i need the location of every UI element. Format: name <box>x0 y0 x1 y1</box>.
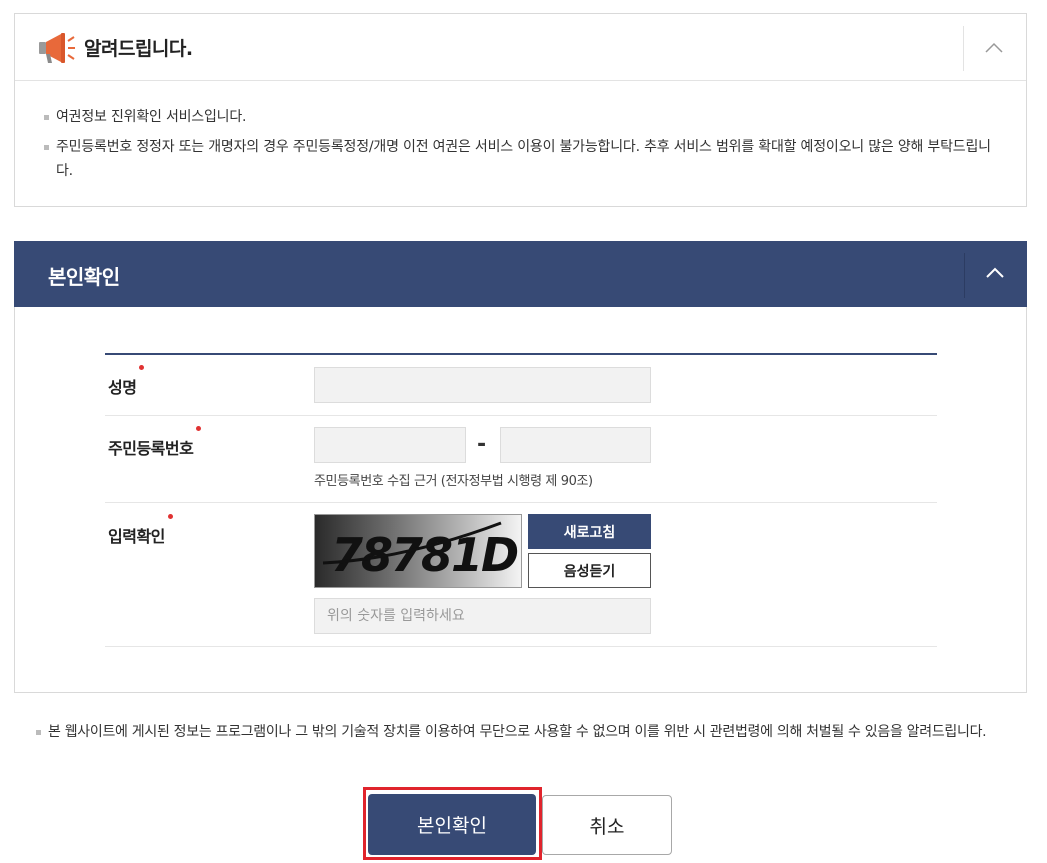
captcha-label-text: 입력확인 <box>108 527 165 546</box>
chevron-up-icon <box>986 267 1004 278</box>
notice-panel: 알려드립니다. 여권정보 진위확인 서비스입니다. 주민등록번호 정정자 또는 … <box>14 13 1027 207</box>
captcha-refresh-button[interactable]: 새로고침 <box>528 514 651 549</box>
captcha-row: 입력확인 78781D 새로고침 음성듣기 <box>105 503 937 647</box>
identity-collapse-button[interactable] <box>964 253 1027 298</box>
name-field <box>314 367 651 403</box>
required-dot <box>196 426 202 431</box>
captcha-label: 입력확인 <box>108 514 173 547</box>
notice-header: 알려드립니다. <box>15 14 1026 81</box>
rrn-hint: 주민등록번호 수집 근거 (전자정부법 시행령 제 90조) <box>314 474 593 489</box>
legal-notice: 본 웹사이트에 게시된 정보는 프로그램이나 그 밖의 기술적 장치를 이용하여… <box>36 720 1026 744</box>
notice-item: 여권정보 진위확인 서비스입니다. <box>42 105 1006 129</box>
name-label: 성명 <box>108 365 145 398</box>
identity-panel: 본인확인 성명 주민등록번호 - 주민등록번호 수집 근거 (전자정부법 시행령… <box>14 241 1027 693</box>
rrn-label-text: 주민등록번호 <box>108 439 194 458</box>
captcha-input[interactable] <box>315 599 650 633</box>
required-dot <box>139 365 145 370</box>
name-label-text: 성명 <box>108 378 137 397</box>
required-dot <box>167 514 173 519</box>
confirm-button[interactable]: 본인확인 <box>368 794 536 855</box>
rrn-back-field <box>500 427 651 463</box>
rrn-back-input[interactable] <box>501 428 650 462</box>
rrn-front-input[interactable] <box>315 428 465 462</box>
name-row: 성명 <box>105 355 937 416</box>
notice-collapse-button[interactable] <box>963 26 1026 71</box>
identity-form: 성명 주민등록번호 - 주민등록번호 수집 근거 (전자정부법 시행령 제 90… <box>105 353 937 647</box>
chevron-up-icon <box>985 42 1003 53</box>
identity-title: 본인확인 <box>48 265 120 289</box>
notice-list: 여권정보 진위확인 서비스입니다. 주민등록번호 정정자 또는 개명자의 경우 … <box>15 81 1026 183</box>
rrn-row: 주민등록번호 - 주민등록번호 수집 근거 (전자정부법 시행령 제 90조) <box>105 416 937 503</box>
identity-header: 본인확인 <box>14 241 1027 307</box>
rrn-label: 주민등록번호 <box>108 426 202 459</box>
captcha-audio-button[interactable]: 음성듣기 <box>528 553 651 588</box>
megaphone-icon <box>39 33 75 63</box>
notice-item: 주민등록번호 정정자 또는 개명자의 경우 주민등록정정/개명 이전 여권은 서… <box>42 135 1006 183</box>
cancel-button[interactable]: 취소 <box>542 795 672 855</box>
captcha-text: 78781D <box>331 528 518 582</box>
captcha-image: 78781D <box>314 514 522 588</box>
rrn-front-field <box>314 427 466 463</box>
captcha-field <box>314 598 651 634</box>
rrn-separator: - <box>477 432 487 457</box>
notice-title: 알려드립니다. <box>84 38 193 60</box>
name-input[interactable] <box>315 368 650 402</box>
